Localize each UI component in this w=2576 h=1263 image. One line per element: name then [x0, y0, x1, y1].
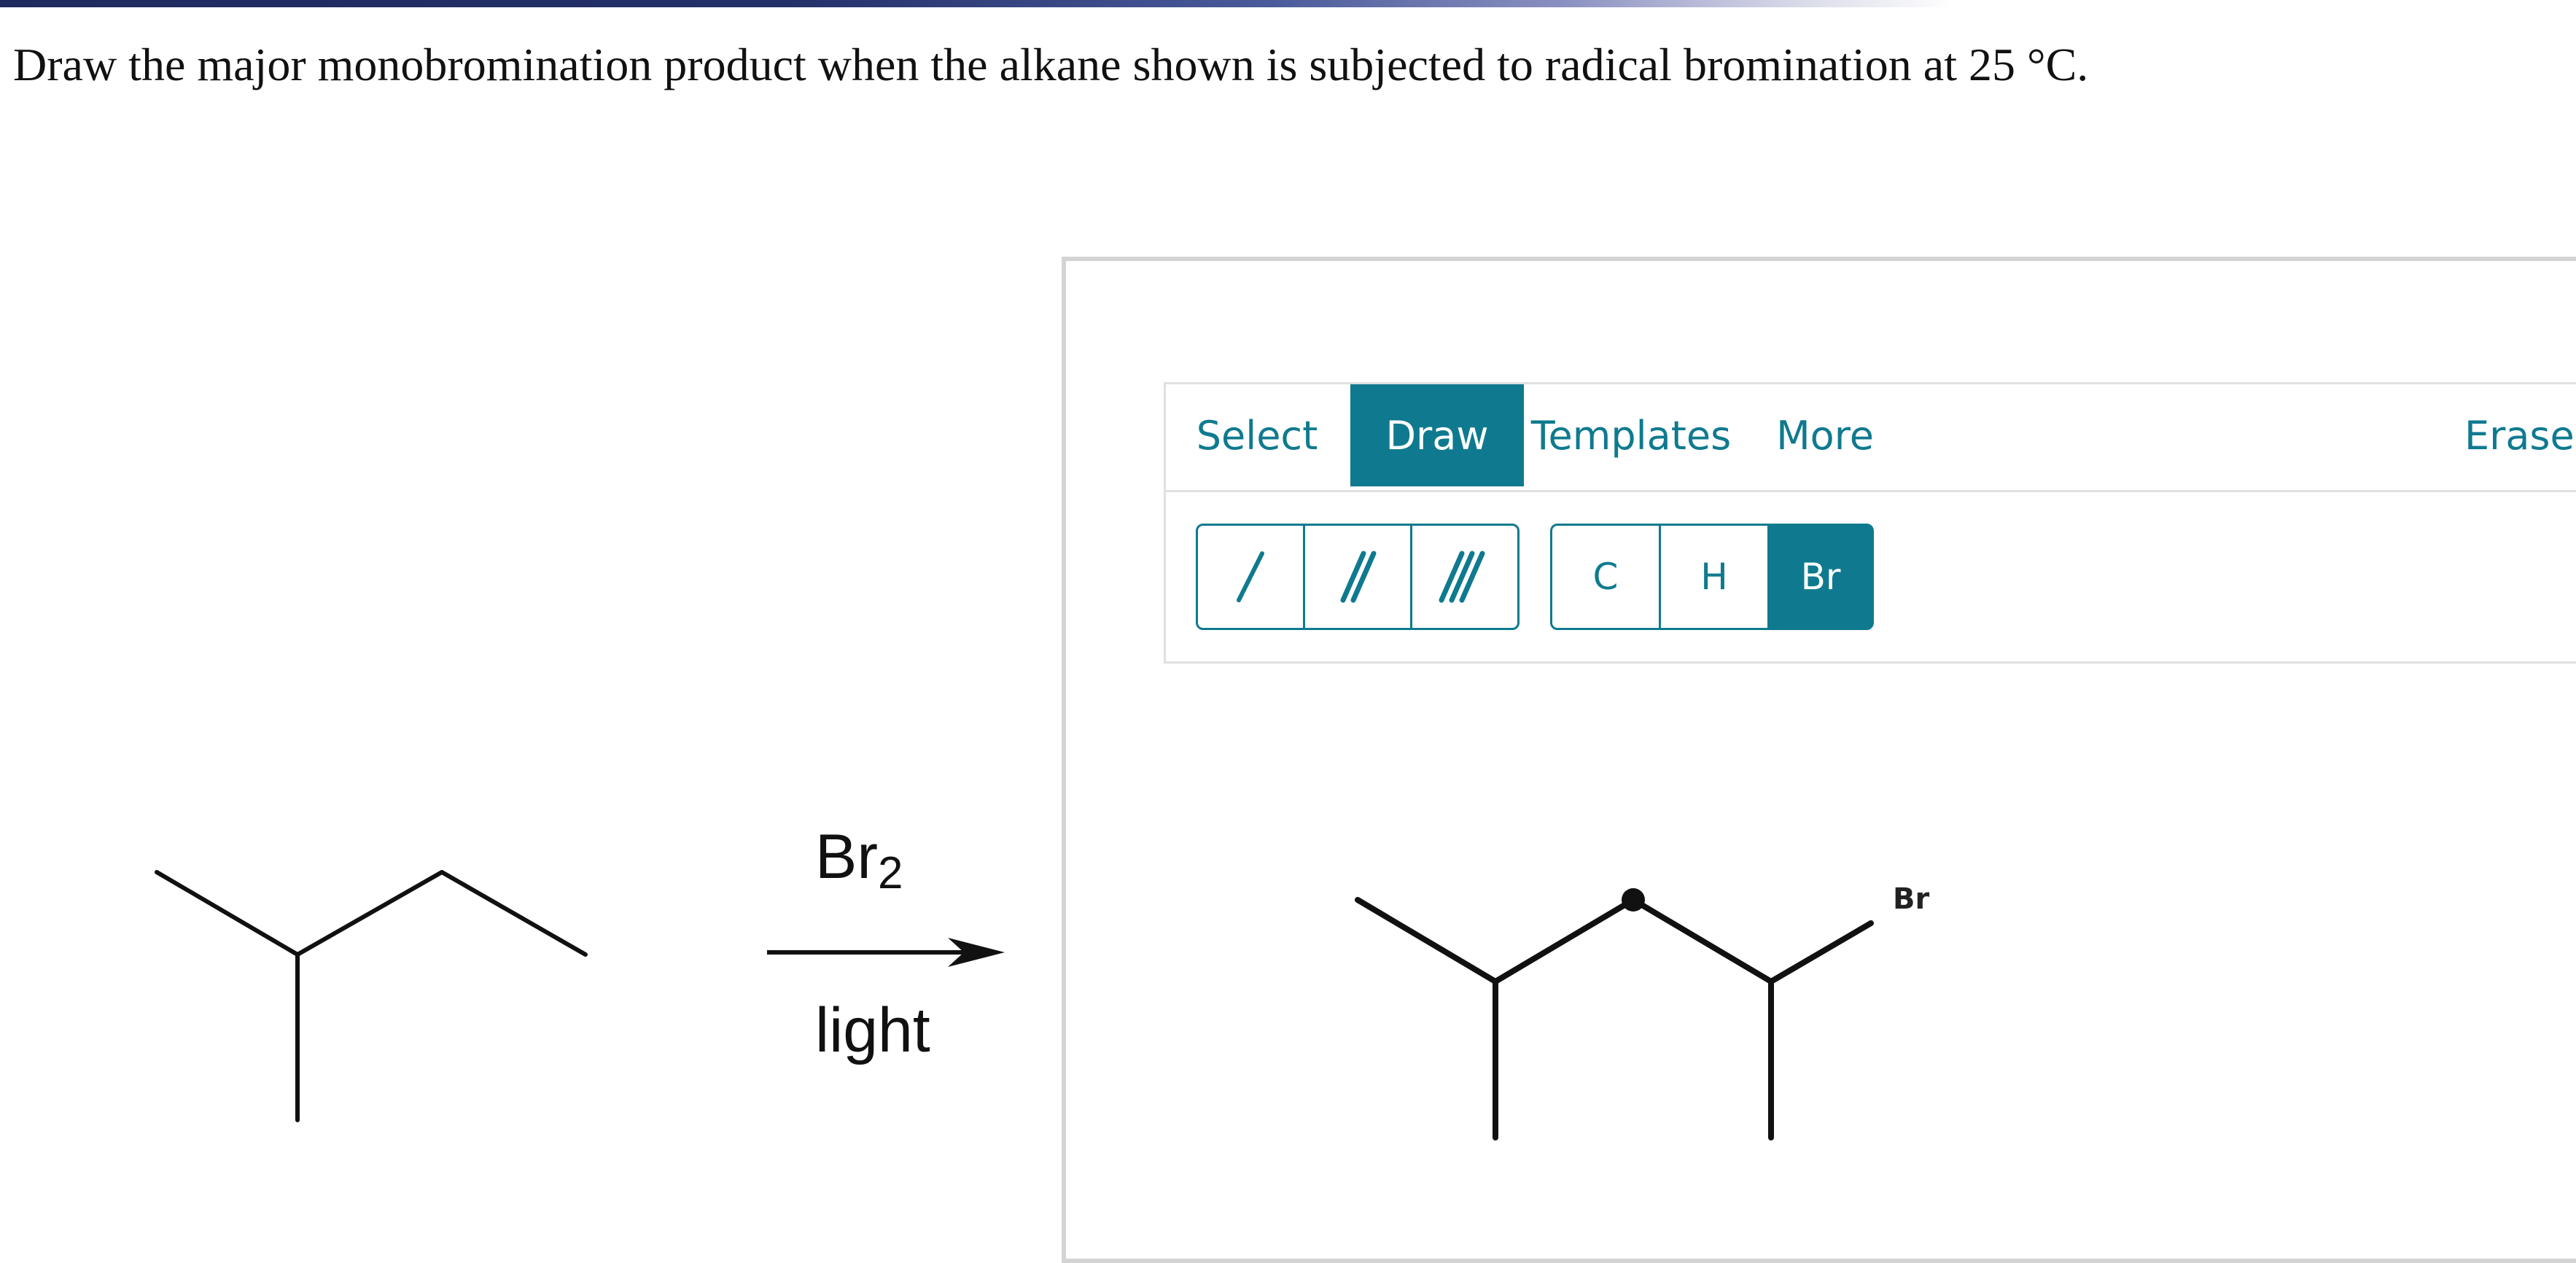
atom-h-button[interactable]: H: [1659, 524, 1770, 630]
bromine-atom-label[interactable]: Br: [1893, 882, 1929, 916]
erase-button[interactable]: Erase: [2464, 384, 2576, 486]
tab-draw[interactable]: Draw: [1350, 384, 1524, 486]
atom-c-button[interactable]: C: [1550, 524, 1661, 630]
starting-alkane-structure: [155, 870, 588, 1122]
double-bond-button[interactable]: [1303, 524, 1412, 630]
drawn-molecule: [1355, 897, 1874, 1140]
bond: [1630, 897, 1774, 984]
toolbar-divider: [1164, 490, 2576, 492]
condition-label: light: [815, 995, 930, 1065]
tab-templates[interactable]: Templates: [1525, 384, 1737, 486]
tab-more[interactable]: More: [1763, 384, 1887, 486]
bond: [1768, 920, 1874, 984]
selected-atom-marker[interactable]: [1622, 888, 1645, 912]
single-bond-button[interactable]: [1196, 524, 1305, 630]
bond: [440, 870, 588, 957]
editor-canvas[interactable]: [1062, 773, 1937, 1181]
tab-select[interactable]: Select: [1175, 384, 1339, 486]
reaction-arrow: [767, 938, 1005, 967]
single-bond-icon: [1237, 551, 1264, 602]
double-bond-icon: [1340, 551, 1377, 603]
reagent-label: Br2: [815, 822, 903, 898]
triple-bond-button[interactable]: [1410, 524, 1519, 630]
atom-br-button[interactable]: Br: [1767, 524, 1874, 630]
bond: [1355, 897, 1498, 984]
bond: [155, 870, 300, 957]
triple-bond-icon: [1439, 551, 1485, 603]
bond: [295, 870, 444, 957]
bond: [1493, 897, 1636, 984]
